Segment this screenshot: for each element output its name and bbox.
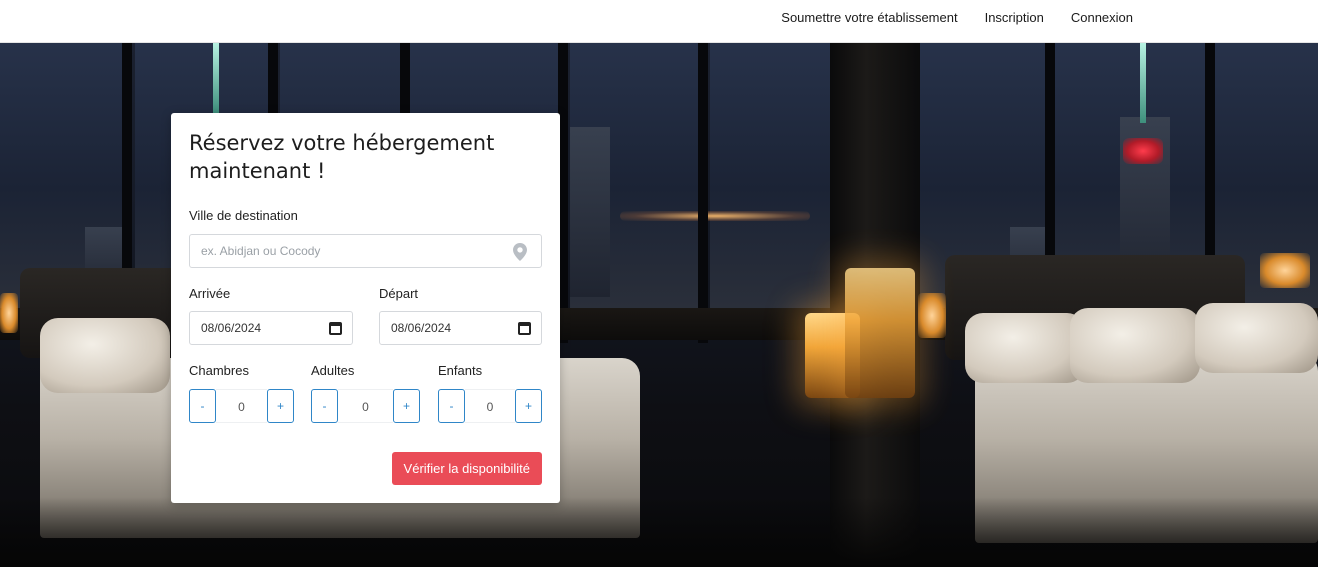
top-navbar: Soumettre votre établissement Inscriptio… (0, 0, 1318, 43)
rooms-increment-button[interactable]: + (267, 389, 294, 423)
hero-city-lights (620, 211, 810, 221)
children-stepper: - 0 + (438, 389, 542, 423)
hero-window-pane (710, 43, 830, 308)
arrival-label: Arrivée (189, 286, 231, 301)
children-increment-button[interactable]: + (515, 389, 542, 423)
adults-stepper: - 0 + (311, 389, 420, 423)
adults-count[interactable]: 0 (338, 389, 393, 423)
adults-increment-button[interactable]: + (393, 389, 420, 423)
departure-date-field[interactable]: 08/06/2024 (379, 311, 542, 345)
hero-lamp (1260, 253, 1310, 288)
hero-window-frame (698, 43, 708, 343)
hero-pillow (1195, 303, 1318, 373)
main-nav: Soumettre votre établissement Inscriptio… (781, 0, 1133, 35)
rooms-stepper: - 0 + (189, 389, 294, 423)
hero-lamp (0, 293, 18, 333)
rooms-count[interactable]: 0 (216, 389, 267, 423)
map-pin-icon (513, 243, 527, 261)
arrival-date-field[interactable]: 08/06/2024 (189, 311, 353, 345)
departure-date-value: 08/06/2024 (391, 321, 452, 335)
nav-login-link[interactable]: Connexion (1071, 10, 1133, 25)
children-count[interactable]: 0 (465, 389, 515, 423)
hero-pillow (965, 313, 1085, 383)
rooms-label: Chambres (189, 363, 249, 378)
check-availability-button[interactable]: Vérifier la disponibilité (391, 452, 542, 485)
hero-pillow (40, 318, 170, 393)
hero-candle (845, 268, 915, 398)
destination-field (189, 234, 542, 268)
calendar-icon[interactable] (518, 322, 531, 335)
destination-input[interactable] (190, 244, 541, 258)
hero-spire (213, 43, 219, 113)
arrival-date-value: 08/06/2024 (201, 321, 262, 335)
booking-form-card: Réservez votre hébergement maintenant ! … (171, 113, 560, 503)
children-decrement-button[interactable]: - (438, 389, 465, 423)
adults-label: Adultes (311, 363, 355, 378)
nav-submit-listing-link[interactable]: Soumettre votre établissement (781, 10, 957, 25)
departure-label: Départ (379, 286, 419, 301)
booking-title: Réservez votre hébergement maintenant ! (189, 131, 495, 183)
hero-spire (1140, 43, 1146, 123)
hero-red-light (1123, 138, 1163, 164)
hero-pillow (1070, 308, 1200, 383)
destination-label: Ville de destination (189, 208, 298, 223)
hero-lamp (918, 293, 946, 338)
rooms-decrement-button[interactable]: - (189, 389, 216, 423)
hero-skyscraper (570, 127, 610, 297)
children-label: Enfants (438, 363, 483, 378)
nav-register-link[interactable]: Inscription (985, 10, 1044, 25)
adults-decrement-button[interactable]: - (311, 389, 338, 423)
hero-floor-shadow (0, 497, 1318, 567)
calendar-icon[interactable] (329, 322, 342, 335)
